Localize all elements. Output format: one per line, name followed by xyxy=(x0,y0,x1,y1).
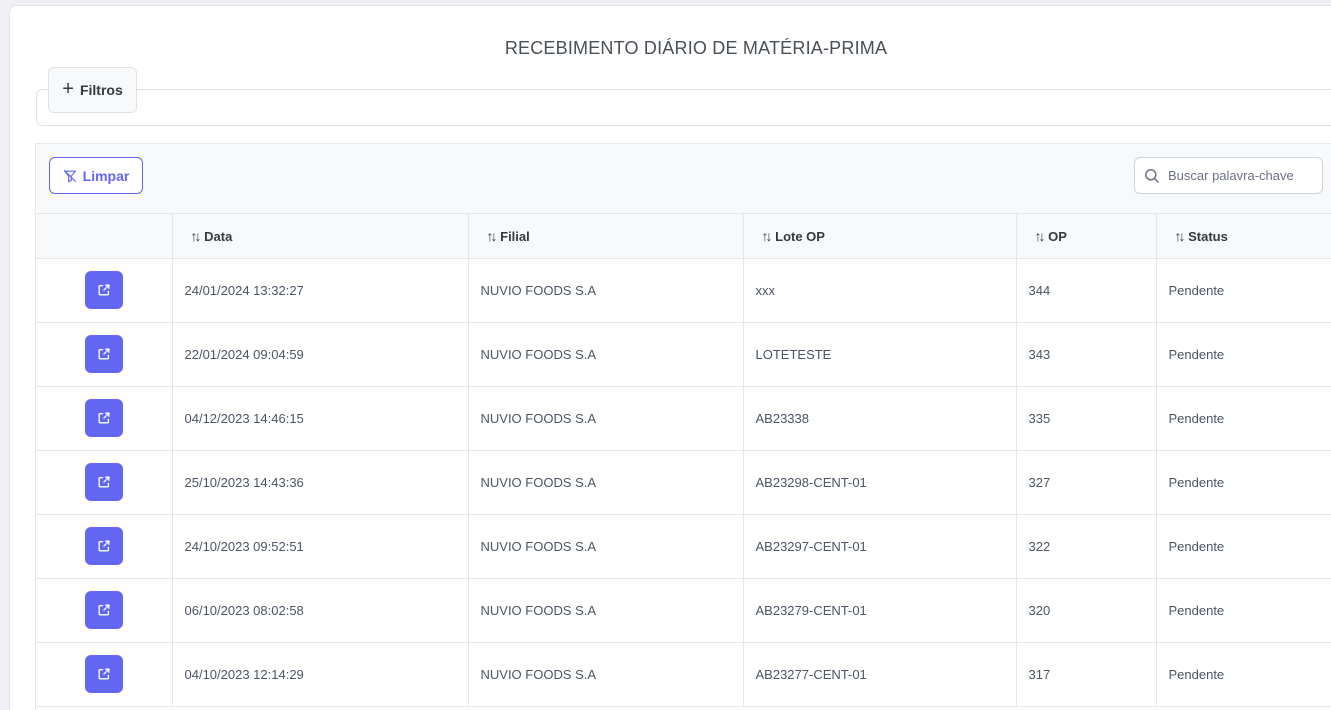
cell-data: 06/10/2023 08:02:58 xyxy=(172,578,469,643)
open-record-button[interactable] xyxy=(84,271,123,309)
cell-filial: NUVIO FOODS S.A xyxy=(468,578,744,643)
column-header-filial[interactable]: ↑↓ Filial xyxy=(468,214,744,259)
cell-lote-op: xxx xyxy=(743,258,1017,323)
filters-button[interactable]: + Filtros xyxy=(48,67,137,113)
table-header-row: ↑↓ Data ↑↓ Filial ↑↓ Lote OP ↑↓ OP ↑↓ St… xyxy=(36,214,1331,259)
cell-status: Pendente xyxy=(1156,450,1331,515)
external-link-icon xyxy=(98,668,110,680)
cell-filial: NUVIO FOODS S.A xyxy=(468,642,744,707)
table-row: 04/10/2023 12:14:29 NUVIO FOODS S.A AB2327… xyxy=(36,642,1331,707)
external-link-icon xyxy=(98,476,110,488)
row-action-cell xyxy=(36,514,173,579)
search-input[interactable] xyxy=(1168,168,1318,183)
cell-status: Pendente xyxy=(1156,578,1331,643)
cell-lote-op: AB23298-CENT-01 xyxy=(743,450,1017,515)
cell-status: Pendente xyxy=(1156,322,1331,387)
external-link-icon xyxy=(98,412,110,424)
open-record-button[interactable] xyxy=(84,399,123,437)
column-header-data[interactable]: ↑↓ Data xyxy=(172,214,469,259)
cell-filial: NUVIO FOODS S.A xyxy=(468,450,744,515)
cell-status: Pendente xyxy=(1156,258,1331,323)
cell-filial: NUVIO FOODS S.A xyxy=(468,514,744,579)
row-action-cell xyxy=(36,578,173,643)
cell-status: Pendente xyxy=(1156,386,1331,451)
cell-lote-op: AB23338 xyxy=(743,386,1017,451)
search-icon xyxy=(1145,168,1160,183)
table-row: 24/10/2023 09:52:51 NUVIO FOODS S.A AB2329… xyxy=(36,514,1331,579)
cell-data: 24/01/2024 13:32:27 xyxy=(172,258,469,323)
page-title: RECEBIMENTO DIÁRIO DE MATÉRIA-PRIMA xyxy=(504,38,888,58)
clear-button-label: Limpar xyxy=(82,167,130,184)
open-record-button[interactable] xyxy=(84,591,123,629)
sort-icon: ↑↓ xyxy=(1034,227,1046,244)
table-row: 04/12/2023 14:46:15 NUVIO FOODS S.A AB2333… xyxy=(36,386,1331,451)
cell-op: 335 xyxy=(1016,386,1157,451)
open-record-button[interactable] xyxy=(84,655,123,693)
data-table-container: Limpar ↑↓ Data ↑↓ Filial ↑↓ Lote OP ↑↓ O… xyxy=(35,143,1331,710)
cell-op: 343 xyxy=(1016,322,1157,387)
external-link-icon xyxy=(98,284,110,296)
cell-status: Pendente xyxy=(1156,514,1331,579)
column-header-op[interactable]: ↑↓ OP xyxy=(1016,214,1157,259)
row-action-cell xyxy=(36,450,173,515)
filter-panel xyxy=(36,89,1331,126)
row-action-cell xyxy=(36,258,173,323)
cell-op: 327 xyxy=(1016,450,1157,515)
sort-icon: ↑↓ xyxy=(190,227,202,244)
cell-data: 25/10/2023 14:43:36 xyxy=(172,450,469,515)
row-action-cell xyxy=(36,386,173,451)
filter-slash-icon xyxy=(63,169,77,183)
table-row: 22/01/2024 09:04:59 NUVIO FOODS S.A LOTETE… xyxy=(36,322,1331,387)
cell-data: 04/10/2023 12:14:29 xyxy=(172,642,469,707)
open-record-button[interactable] xyxy=(84,335,123,373)
column-header-action xyxy=(36,214,173,259)
cell-data: 22/01/2024 09:04:59 xyxy=(172,322,469,387)
external-link-icon xyxy=(98,540,110,552)
cell-op: 317 xyxy=(1016,642,1157,707)
cell-lote-op: AB23277-CENT-01 xyxy=(743,642,1017,707)
table-row: 06/10/2023 08:02:58 NUVIO FOODS S.A AB2327… xyxy=(36,578,1331,643)
cell-lote-op: AB23279-CENT-01 xyxy=(743,578,1017,643)
cell-status: Pendente xyxy=(1156,642,1331,707)
cell-op: 344 xyxy=(1016,258,1157,323)
cell-op: 322 xyxy=(1016,514,1157,579)
row-action-cell xyxy=(36,642,173,707)
open-record-button[interactable] xyxy=(84,527,123,565)
open-record-button[interactable] xyxy=(84,463,123,501)
table-row: 25/10/2023 14:43:36 NUVIO FOODS S.A AB2329… xyxy=(36,450,1331,515)
sort-icon: ↑↓ xyxy=(1174,227,1186,244)
sort-icon: ↑↓ xyxy=(761,227,773,244)
table-row: 24/01/2024 13:32:27 NUVIO FOODS S.A xxx 344… xyxy=(36,258,1331,323)
column-header-lote-op[interactable]: ↑↓ Lote OP xyxy=(743,214,1017,259)
external-link-icon xyxy=(98,348,110,360)
cell-filial: NUVIO FOODS S.A xyxy=(468,322,744,387)
search-box[interactable] xyxy=(1134,157,1323,194)
sort-icon: ↑↓ xyxy=(486,227,498,244)
cell-lote-op: LOTETESTE xyxy=(743,322,1017,387)
data-table: ↑↓ Data ↑↓ Filial ↑↓ Lote OP ↑↓ OP ↑↓ St… xyxy=(36,214,1331,707)
external-link-icon xyxy=(98,604,110,616)
cell-filial: NUVIO FOODS S.A xyxy=(468,258,744,323)
clear-filters-button[interactable]: Limpar xyxy=(49,157,143,194)
cell-data: 24/10/2023 09:52:51 xyxy=(172,514,469,579)
column-header-status[interactable]: ↑↓ Status xyxy=(1156,214,1331,259)
filters-button-label: Filtros xyxy=(79,82,123,98)
table-toolbar: Limpar xyxy=(36,144,1331,214)
row-action-cell xyxy=(36,322,173,387)
plus-icon: + xyxy=(62,78,74,100)
cell-data: 04/12/2023 14:46:15 xyxy=(172,386,469,451)
cell-lote-op: AB23297-CENT-01 xyxy=(743,514,1017,579)
cell-filial: NUVIO FOODS S.A xyxy=(468,386,744,451)
cell-op: 320 xyxy=(1016,578,1157,643)
